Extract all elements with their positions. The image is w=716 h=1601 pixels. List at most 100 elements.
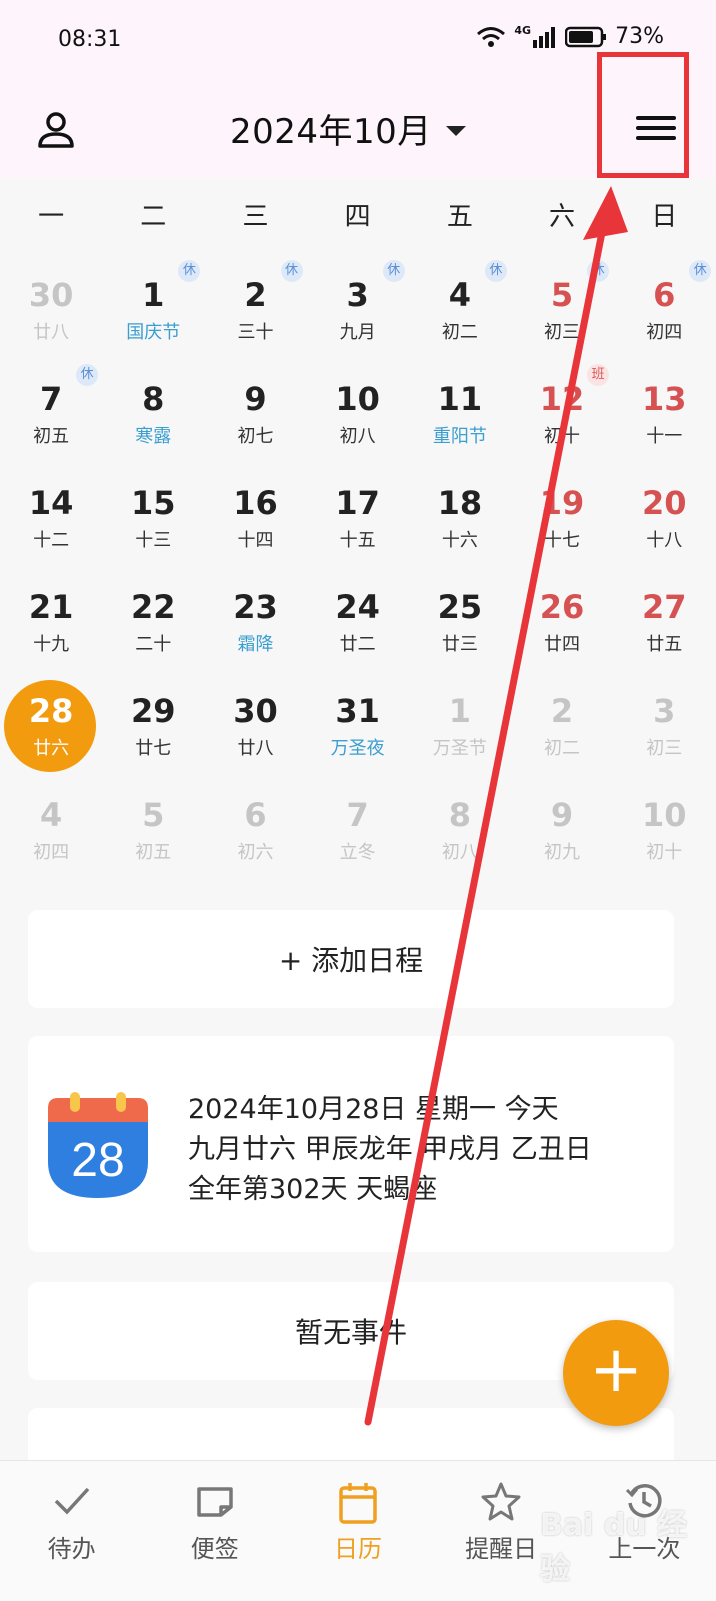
calendar-day[interactable]: 12 初十班 (511, 356, 613, 460)
calendar-day[interactable]: 13 十一 (613, 356, 715, 460)
day-number: 19 (539, 484, 585, 522)
calendar-day[interactable]: 10 初八 (307, 356, 409, 460)
lunar-date: 十二 (33, 530, 70, 551)
calendar-day[interactable]: 8 初八 (409, 772, 511, 876)
weekday-label: 三 (242, 202, 269, 232)
nav-label: 上一次 (608, 1535, 681, 1563)
lunar-date: 廿八 (237, 738, 274, 759)
calendar-day[interactable]: 15 十三 (102, 460, 204, 564)
day-number: 29 (131, 692, 176, 730)
calendar-day[interactable]: 10 初十 (613, 772, 715, 876)
nav-item-todo[interactable]: 待办 (0, 1461, 143, 1601)
calendar-day[interactable]: 9 初九 (511, 772, 613, 876)
lunar-date: 初三 (646, 738, 683, 759)
calendar-day[interactable]: 2 初二 (511, 668, 613, 772)
nav-item-history[interactable]: 上一次 (573, 1461, 716, 1601)
day-number: 8 (448, 796, 471, 834)
lunar-date: 十九 (33, 634, 70, 655)
menu-icon[interactable] (636, 110, 676, 150)
holiday-badge: 休 (382, 260, 405, 282)
nav-label: 提醒日 (465, 1535, 538, 1563)
calendar-day[interactable]: 29 廿七 (102, 668, 204, 772)
calendar-day[interactable]: 26 廿四 (511, 564, 613, 668)
lunar-date: 初十 (544, 426, 581, 447)
lunar-date: 廿三 (441, 634, 478, 655)
calendar-day[interactable]: 8 寒露 (102, 356, 204, 460)
wifi-icon (477, 26, 506, 47)
calendar-day[interactable]: 6 初四休 (613, 252, 715, 356)
nav-item-notes[interactable]: 便签 (143, 1461, 286, 1601)
day-number: 18 (437, 484, 483, 522)
calendar-day[interactable]: 18 十六 (409, 460, 511, 564)
day-number: 14 (28, 484, 74, 522)
calendar-day[interactable]: 11 重阳节 (409, 356, 511, 460)
status-time: 08:31 (58, 27, 122, 52)
calendar-day[interactable]: 22 二十 (102, 564, 204, 668)
calendar-day[interactable]: 7 立冬 (307, 772, 409, 876)
day-number: 9 (244, 380, 267, 418)
calendar-day[interactable]: 23 霜降 (204, 564, 306, 668)
calendar-day-today[interactable]: 28 廿六 (0, 668, 102, 772)
lunar-date: 霜降 (237, 634, 274, 655)
calendar-day[interactable]: 7 初五休 (0, 356, 102, 460)
weekday-label: 二 (140, 202, 167, 232)
day-number: 22 (131, 588, 176, 626)
nav-label: 待办 (47, 1535, 96, 1563)
calendar-day[interactable]: 30 廿八 (0, 252, 102, 356)
calendar-day[interactable]: 14 十二 (0, 460, 102, 564)
day-number: 7 (346, 796, 369, 834)
add-schedule-button[interactable]: + 添加日程 (28, 910, 674, 1008)
calendar-day[interactable]: 16 十四 (204, 460, 306, 564)
lunar-date: 初六 (237, 842, 274, 863)
calendar-day[interactable]: 31 万圣夜 (307, 668, 409, 772)
day-number: 27 (641, 588, 687, 626)
app-bar: 2024年10月 (0, 80, 716, 178)
day-number: 10 (641, 796, 687, 834)
day-number: 6 (244, 796, 267, 834)
day-number: 23 (233, 588, 278, 626)
calendar-day[interactable]: 3 九月休 (307, 252, 409, 356)
status-icons: 4G 73% (476, 24, 664, 49)
month-selector[interactable]: 2024年10月 (230, 104, 466, 153)
calendar-day[interactable]: 20 十八 (613, 460, 715, 564)
calendar-day[interactable]: 5 初五 (102, 772, 204, 876)
calendar-day[interactable]: 6 初六 (204, 772, 306, 876)
calendar-day[interactable]: 21 十九 (0, 564, 102, 668)
battery-icon (565, 26, 607, 47)
nav-item-calendar[interactable]: 日历 (286, 1461, 429, 1601)
weekday-label: 六 (549, 202, 576, 232)
lunar-date: 九月 (339, 322, 376, 343)
calendar-day-icon: 28 (48, 1092, 148, 1198)
calendar-day[interactable]: 4 初二休 (409, 252, 511, 356)
calendar-day[interactable]: 9 初七 (204, 356, 306, 460)
calendar-day[interactable]: 1 国庆节休 (102, 252, 204, 356)
calendar-day[interactable]: 30 廿八 (204, 668, 306, 772)
calendar-day[interactable]: 24 廿二 (307, 564, 409, 668)
lunar-date: 初二 (441, 322, 478, 343)
calendar-day[interactable]: 5 初三休 (511, 252, 613, 356)
day-number: 4 (39, 796, 63, 834)
day-number: 28 (28, 692, 74, 730)
lunar-date: 十六 (441, 530, 478, 551)
nav-item-reminder[interactable]: 提醒日 (430, 1461, 573, 1601)
holiday-badge: 休 (587, 260, 610, 282)
plus-icon: + (589, 1333, 643, 1407)
calendar-day[interactable]: 25 廿三 (409, 564, 511, 668)
lunar-date: 初五 (135, 842, 172, 863)
lunar-date: 初四 (33, 842, 70, 863)
calendar-day[interactable]: 4 初四 (0, 772, 102, 876)
calendar-day[interactable]: 1 万圣节 (409, 668, 511, 772)
star-icon (481, 1482, 521, 1521)
calendar-day[interactable]: 3 初三 (613, 668, 715, 772)
calendar-day[interactable]: 17 十五 (307, 460, 409, 564)
weekday-label: 四 (344, 202, 371, 232)
user-icon[interactable] (32, 106, 80, 154)
weekday-label: 日 (651, 202, 678, 232)
day-number: 24 (335, 588, 380, 626)
calendar-day[interactable]: 27 廿五 (613, 564, 715, 668)
calendar-day[interactable]: 2 三十休 (204, 252, 306, 356)
lunar-date: 廿七 (135, 738, 172, 759)
add-fab-button[interactable]: + (563, 1320, 669, 1426)
calendar-day[interactable]: 19 十七 (511, 460, 613, 564)
lunar-date: 重阳节 (432, 426, 487, 447)
